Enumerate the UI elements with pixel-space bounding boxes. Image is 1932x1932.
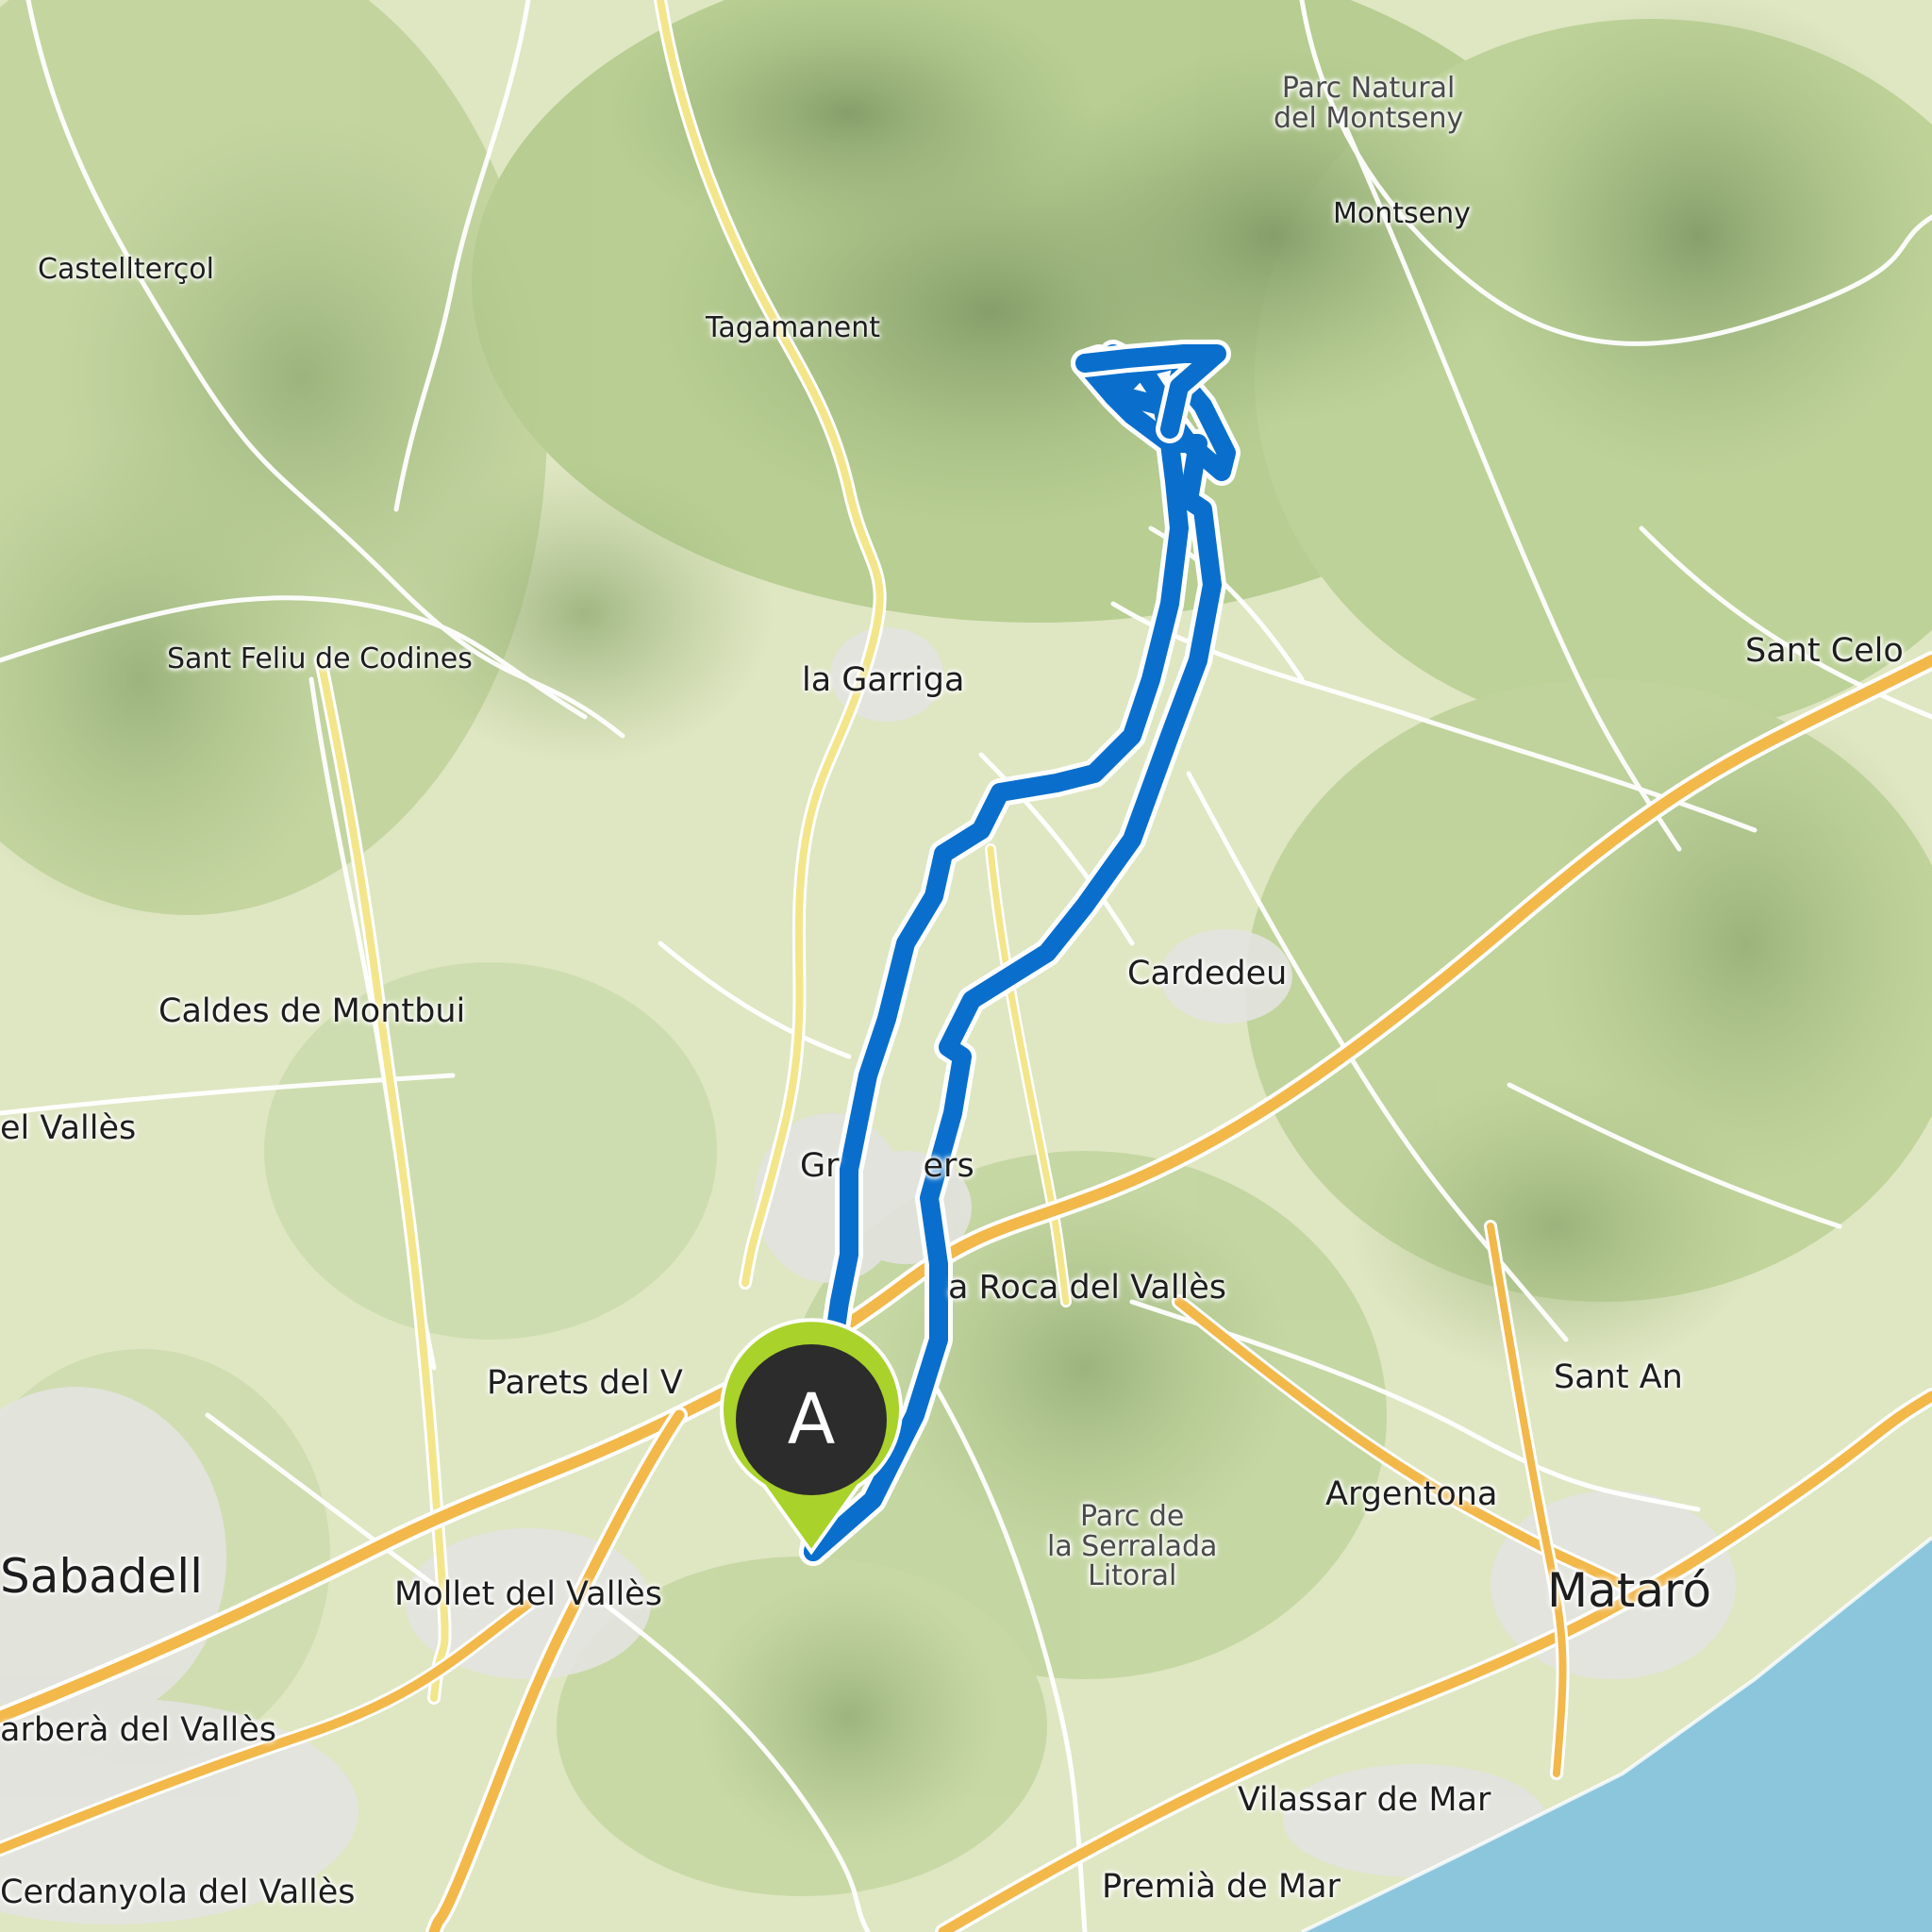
place-label-parc-montseny: Parc Natural del Montseny xyxy=(1274,74,1463,133)
place-label-tagamanent: Tagamanent xyxy=(706,311,881,344)
place-label-la-roca: a Roca del Vallès xyxy=(948,1269,1227,1307)
granollers-label: Gr ers xyxy=(800,1147,974,1185)
place-label-la-garriga: la Garriga xyxy=(802,661,965,699)
place-label-parc-serralada: Parc de la Serralada Litoral xyxy=(1047,1502,1217,1591)
place-label-cardedeu: Cardedeu xyxy=(1127,955,1288,992)
place-label-caldes: Caldes de Montbui xyxy=(158,992,466,1030)
place-label-castellterol: Castellterçol xyxy=(38,253,214,286)
place-label-sabadell: Sabadell xyxy=(0,1549,204,1604)
place-label-sant-andreu: Sant An xyxy=(1554,1358,1683,1396)
place-label-vilassar: Vilassar de Mar xyxy=(1238,1781,1491,1819)
parc-montseny-label: Parc Natural del Montseny xyxy=(1274,72,1464,135)
place-label-argentona: Argentona xyxy=(1325,1475,1498,1513)
place-label-premia: Premià de Mar xyxy=(1102,1868,1341,1906)
start-marker-letter[interactable]: A xyxy=(750,1358,873,1481)
place-label-mollet: Mollet del Vallès xyxy=(394,1575,662,1613)
place-label-granollers: Gr ers xyxy=(800,1149,974,1184)
place-label-mataro: Mataró xyxy=(1547,1563,1712,1618)
place-label-del-valles: el Vallès xyxy=(0,1109,137,1147)
place-label-sant-feliu: Sant Feliu de Codines xyxy=(167,642,473,675)
parc-serralada-label: Parc de la Serralada Litoral xyxy=(1047,1500,1218,1592)
place-label-parets: Parets del V xyxy=(487,1364,683,1402)
place-label-cerdanyola: Cerdanyola del Vallès xyxy=(0,1874,356,1911)
map-base-layer xyxy=(0,0,1932,1932)
place-label-montseny: Montseny xyxy=(1333,197,1471,230)
map-canvas[interactable]: A Parc Natural del Montseny Montseny Cas… xyxy=(0,0,1932,1932)
place-label-barbera: arberà del Vallès xyxy=(0,1711,277,1749)
place-label-sant-celoni: Sant Celo xyxy=(1745,632,1904,670)
